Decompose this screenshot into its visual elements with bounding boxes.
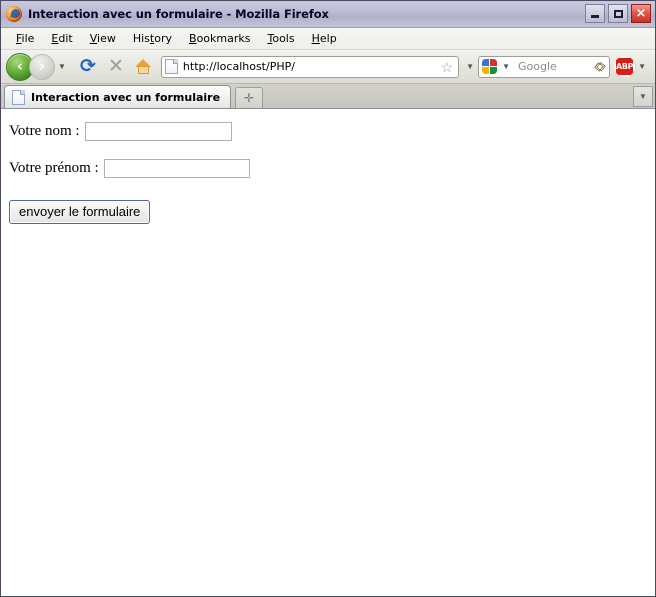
input-votre-prenom[interactable] [103, 159, 250, 178]
label-votre-nom: Votre nom : [9, 123, 80, 139]
url-bar[interactable]: http://localhost/PHP/ ☆ [160, 55, 460, 78]
form-row-prenom: Votre prénom : [9, 159, 655, 178]
list-all-tabs-button[interactable]: ▼ [633, 86, 653, 107]
url-input[interactable]: http://localhost/PHP/ [183, 60, 439, 73]
menu-edit[interactable]: Edit [43, 30, 81, 47]
tab-interaction-avec-un-formulaire[interactable]: Interaction avec un formulaire [4, 85, 232, 108]
nav-arrows: ‹ › ▼ [6, 52, 70, 81]
home-icon [135, 59, 152, 74]
submit-button[interactable]: envoyer le formulaire [9, 200, 151, 224]
stop-icon: ✕ [107, 55, 124, 77]
chevron-down-icon: ▼ [639, 91, 647, 101]
search-engine-dropdown-icon[interactable]: ▼ [502, 62, 510, 71]
maximize-icon [613, 9, 623, 18]
input-votre-nom[interactable] [84, 122, 232, 141]
tab-bar: Interaction avec un formulaire ✛ ▼ [1, 84, 655, 109]
adblock-plus-icon[interactable]: ABP [614, 56, 636, 77]
back-icon: ‹ [16, 56, 24, 75]
bookmark-star-icon[interactable]: ☆ [441, 60, 454, 74]
menu-history[interactable]: History [125, 30, 181, 47]
forward-icon: › [38, 56, 46, 75]
tab-favicon-icon [12, 89, 25, 105]
reload-icon: ⟳ [79, 55, 96, 77]
menu-bar: File Edit View History Bookmarks Tools H… [1, 28, 655, 50]
home-button[interactable] [131, 54, 157, 80]
menu-help[interactable]: Help [304, 30, 346, 47]
page-content: Votre nom : Votre prénom : envoyer le fo… [1, 109, 655, 596]
menu-file[interactable]: File [8, 30, 43, 47]
plus-icon: ✛ [244, 91, 255, 105]
maximize-button[interactable] [608, 4, 628, 23]
menu-view[interactable]: View [82, 30, 125, 47]
minimize-button[interactable] [585, 4, 605, 23]
title-bar: Interaction avec un formulaire - Mozilla… [1, 1, 655, 28]
menu-bookmarks[interactable]: Bookmarks [181, 30, 259, 47]
tab-label: Interaction avec un formulaire [31, 90, 221, 104]
firefox-icon [5, 5, 23, 23]
menu-tools[interactable]: Tools [259, 30, 303, 47]
adblock-dropdown-icon[interactable]: ▼ [638, 62, 646, 71]
stop-button[interactable]: ✕ [103, 54, 129, 80]
navigation-toolbar: ‹ › ▼ ⟳ ✕ http://localhost/PHP/ ☆ ▼ ▼ Go… [1, 50, 655, 84]
close-button[interactable]: × [631, 4, 651, 23]
reload-button[interactable]: ⟳ [75, 54, 101, 80]
window-title: Interaction avec un formulaire - Mozilla… [28, 7, 329, 21]
minimize-icon [591, 15, 599, 18]
google-icon[interactable] [482, 59, 498, 74]
search-box[interactable]: ▼ Google ⧉ [478, 55, 611, 78]
forward-button[interactable]: › [29, 53, 55, 80]
label-votre-prenom: Votre prénom : [9, 160, 99, 176]
new-tab-button[interactable]: ✛ [235, 87, 264, 108]
form-row-nom: Votre nom : [9, 122, 655, 141]
chevron-down-icon[interactable]: ▼ [58, 62, 66, 71]
adblock-label: ABP [615, 61, 634, 71]
page-icon [164, 59, 178, 74]
window-controls: × [585, 4, 651, 23]
search-input[interactable]: Google [514, 60, 595, 73]
close-icon: × [635, 5, 647, 21]
browser-window: Interaction avec un formulaire - Mozilla… [0, 0, 656, 597]
bookmark-dropdown-icon[interactable]: ▼ [466, 62, 474, 71]
